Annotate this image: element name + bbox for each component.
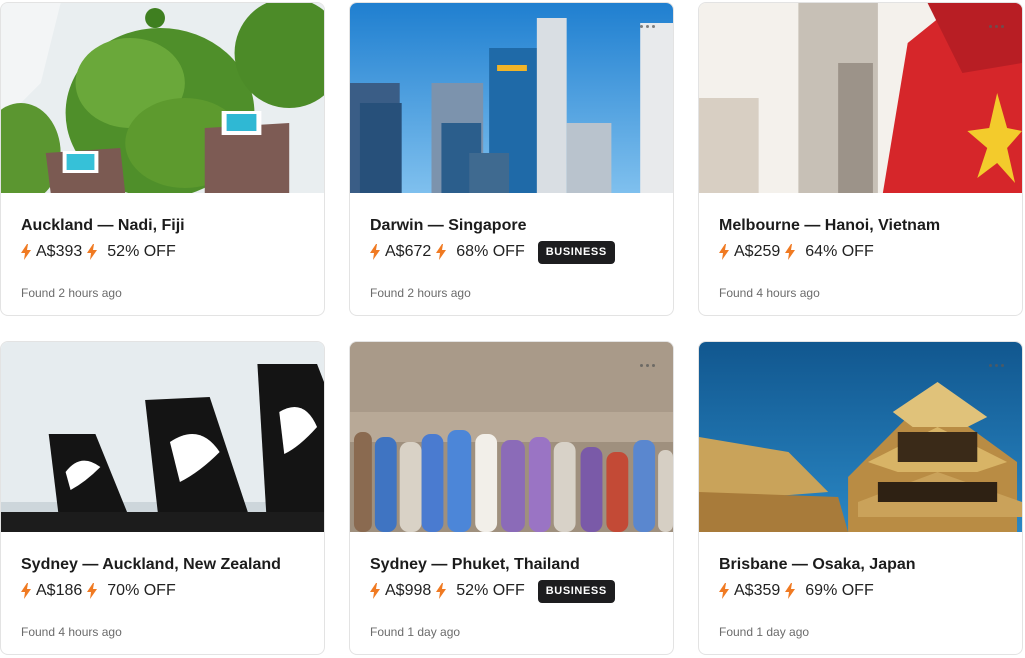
- deal-row: A$186 70% OFF: [21, 579, 304, 603]
- route-title: Brisbane — Osaka, Japan: [719, 556, 916, 573]
- price: A$672: [385, 243, 432, 260]
- deal-card[interactable]: Sydney — Auckland, New Zealand A$186 70%…: [0, 341, 325, 655]
- lightning-icon: [436, 244, 447, 260]
- discount: 68% OFF: [456, 243, 525, 260]
- found-time: Found 1 day ago: [719, 625, 810, 639]
- price: A$998: [385, 582, 432, 599]
- route-title: Melbourne — Hanoi, Vietnam: [719, 217, 941, 234]
- price: A$186: [36, 582, 83, 599]
- discount: 69% OFF: [805, 582, 874, 599]
- found-time: Found 2 hours ago: [370, 286, 471, 300]
- discount: 52% OFF: [456, 582, 525, 599]
- lightning-icon: [719, 244, 729, 260]
- business-badge: BUSINESS: [537, 240, 615, 264]
- longtail-boats-image: [350, 342, 673, 532]
- found-time: Found 4 hours ago: [21, 625, 122, 639]
- found-time: Found 1 day ago: [370, 625, 461, 639]
- air-nz-tails-image: [1, 342, 324, 532]
- route-title: Sydney — Phuket, Thailand: [370, 556, 580, 573]
- lightning-icon: [370, 583, 380, 599]
- lightning-icon: [87, 583, 98, 599]
- deal-row: A$998 52% OFF BUSINESS: [370, 579, 653, 603]
- lightning-icon: [719, 583, 729, 599]
- route-title: Sydney — Auckland, New Zealand: [21, 556, 281, 573]
- found-time: Found 2 hours ago: [21, 286, 122, 300]
- lightning-icon: [21, 244, 31, 260]
- route-title: Darwin — Singapore: [370, 217, 527, 234]
- lightning-icon: [785, 244, 796, 260]
- deal-card[interactable]: Auckland — Nadi, Fiji A$393 52% OFF Foun…: [0, 2, 325, 316]
- more-options-icon[interactable]: [989, 364, 1004, 367]
- price: A$393: [36, 243, 83, 260]
- singapore-skyline-image: [350, 3, 673, 193]
- lightning-icon: [370, 244, 380, 260]
- lightning-icon: [785, 583, 796, 599]
- deal-row: A$672 68% OFF BUSINESS: [370, 240, 653, 264]
- price: A$259: [734, 243, 781, 260]
- more-options-icon[interactable]: [640, 25, 655, 28]
- deal-row: A$259 64% OFF: [719, 240, 1002, 264]
- deal-card[interactable]: Darwin — Singapore A$672 68% OFF BUSINES…: [349, 2, 674, 316]
- deal-row: A$393 52% OFF: [21, 240, 304, 264]
- discount: 64% OFF: [805, 243, 874, 260]
- vietnam-flag-image: [699, 3, 1022, 193]
- osaka-castle-image: [699, 342, 1022, 532]
- lightning-icon: [436, 583, 447, 599]
- lightning-icon: [87, 244, 98, 260]
- deal-row: A$359 69% OFF: [719, 579, 1002, 603]
- deals-grid: Auckland — Nadi, Fiji A$393 52% OFF Foun…: [0, 0, 1025, 658]
- discount: 70% OFF: [107, 582, 176, 599]
- discount: 52% OFF: [107, 243, 176, 260]
- found-time: Found 4 hours ago: [719, 286, 820, 300]
- lightning-icon: [21, 583, 31, 599]
- fiji-villas-image: [1, 3, 324, 193]
- deal-card[interactable]: Sydney — Phuket, Thailand A$998 52% OFF …: [349, 341, 674, 655]
- deal-card[interactable]: Melbourne — Hanoi, Vietnam A$259 64% OFF…: [698, 2, 1023, 316]
- more-options-icon[interactable]: [989, 25, 1004, 28]
- business-badge: BUSINESS: [537, 579, 615, 603]
- price: A$359: [734, 582, 781, 599]
- deal-card[interactable]: Brisbane — Osaka, Japan A$359 69% OFF Fo…: [698, 341, 1023, 655]
- more-options-icon[interactable]: [640, 364, 655, 367]
- route-title: Auckland — Nadi, Fiji: [21, 217, 185, 234]
